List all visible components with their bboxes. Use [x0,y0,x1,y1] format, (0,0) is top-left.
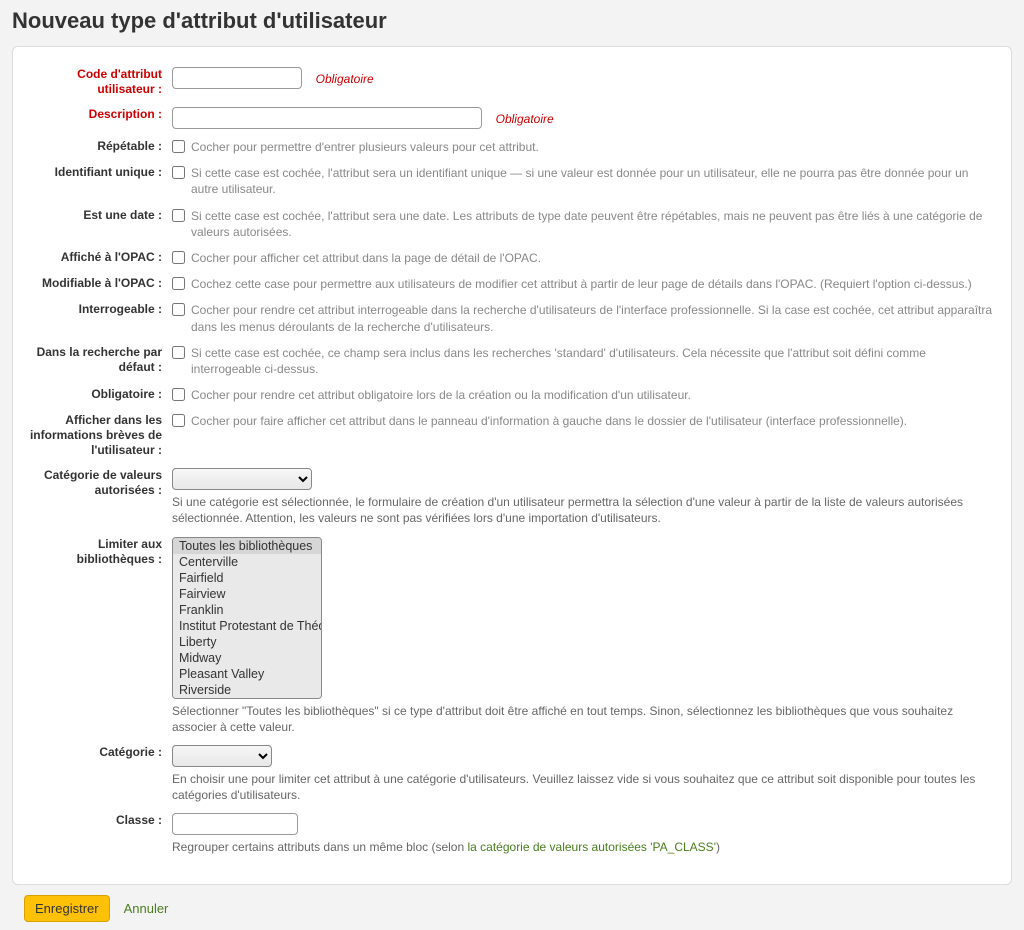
library-option[interactable]: Toutes les bibliothèques [173,538,321,554]
form-panel: Code d'attribut utilisateur : Obligatoir… [12,46,1012,885]
libraries-hint: Sélectionner "Toutes les bibliothèques" … [172,703,997,735]
description-input[interactable] [172,107,482,129]
libraries-label: Limiter aux bibliothèques : [27,537,172,567]
library-option[interactable]: Pleasant Valley [173,666,321,682]
repeatable-label: Répétable : [27,139,172,154]
library-option[interactable]: Midway [173,650,321,666]
is-date-label: Est une date : [27,208,172,223]
opac-editable-checkbox[interactable] [172,277,185,290]
repeatable-hint: Cocher pour permettre d'entrer plusieurs… [191,139,539,155]
library-option[interactable]: Fairview [173,586,321,602]
searchable-label: Interrogeable : [27,302,172,317]
class-hint: Regrouper certains attributs dans un mêm… [172,839,997,855]
opac-display-hint: Cocher pour afficher cet attribut dans l… [191,250,541,266]
library-option[interactable]: Centerville [173,554,321,570]
unique-label: Identifiant unique : [27,165,172,180]
class-input[interactable] [172,813,298,835]
brief-hint: Cocher pour faire afficher cet attribut … [191,413,907,429]
mandatory-hint: Cocher pour rendre cet attribut obligato… [191,387,691,403]
default-search-checkbox[interactable] [172,346,185,359]
pa-class-link[interactable]: la catégorie de valeurs autorisées 'PA_C… [467,840,716,854]
opac-display-label: Affiché à l'OPAC : [27,250,172,265]
cancel-link[interactable]: Annuler [124,901,169,916]
save-button[interactable]: Enregistrer [24,895,110,922]
category-label: Catégorie : [27,745,172,760]
library-option[interactable]: Liberty [173,634,321,650]
unique-checkbox[interactable] [172,166,185,179]
searchable-checkbox[interactable] [172,303,185,316]
opac-editable-label: Modifiable à l'OPAC : [27,276,172,291]
description-label: Description : [27,107,172,122]
searchable-hint: Cocher pour rendre cet attribut interrog… [191,302,997,334]
brief-checkbox[interactable] [172,414,185,427]
mandatory-checkbox[interactable] [172,388,185,401]
required-tag: Obligatoire [496,112,554,126]
default-search-label: Dans la recherche par défaut : [27,345,172,375]
code-input[interactable] [172,67,302,89]
av-category-select[interactable] [172,468,312,490]
class-label: Classe : [27,813,172,828]
unique-hint: Si cette case est cochée, l'attribut ser… [191,165,997,197]
av-category-label: Catégorie de valeurs autorisées : [27,468,172,498]
mandatory-label: Obligatoire : [27,387,172,402]
repeatable-checkbox[interactable] [172,140,185,153]
code-label: Code d'attribut utilisateur : [27,67,172,97]
library-option[interactable]: Fairfield [173,570,321,586]
brief-label: Afficher dans les informations brèves de… [27,413,172,458]
category-hint: En choisir une pour limiter cet attribut… [172,771,997,803]
is-date-checkbox[interactable] [172,209,185,222]
page-title: Nouveau type d'attribut d'utilisateur [12,8,1012,34]
library-option[interactable]: Riverside [173,682,321,698]
category-select[interactable] [172,745,272,767]
opac-display-checkbox[interactable] [172,251,185,264]
library-option[interactable]: Institut Protestant de Théologie [173,618,321,634]
is-date-hint: Si cette case est cochée, l'attribut ser… [191,208,997,240]
libraries-multiselect[interactable]: Toutes les bibliothèquesCentervilleFairf… [172,537,322,699]
opac-editable-hint: Cochez cette case pour permettre aux uti… [191,276,972,292]
library-option[interactable]: Franklin [173,602,321,618]
default-search-hint: Si cette case est cochée, ce champ sera … [191,345,997,377]
required-tag: Obligatoire [316,72,374,86]
av-category-hint: Si une catégorie est sélectionnée, le fo… [172,494,997,526]
